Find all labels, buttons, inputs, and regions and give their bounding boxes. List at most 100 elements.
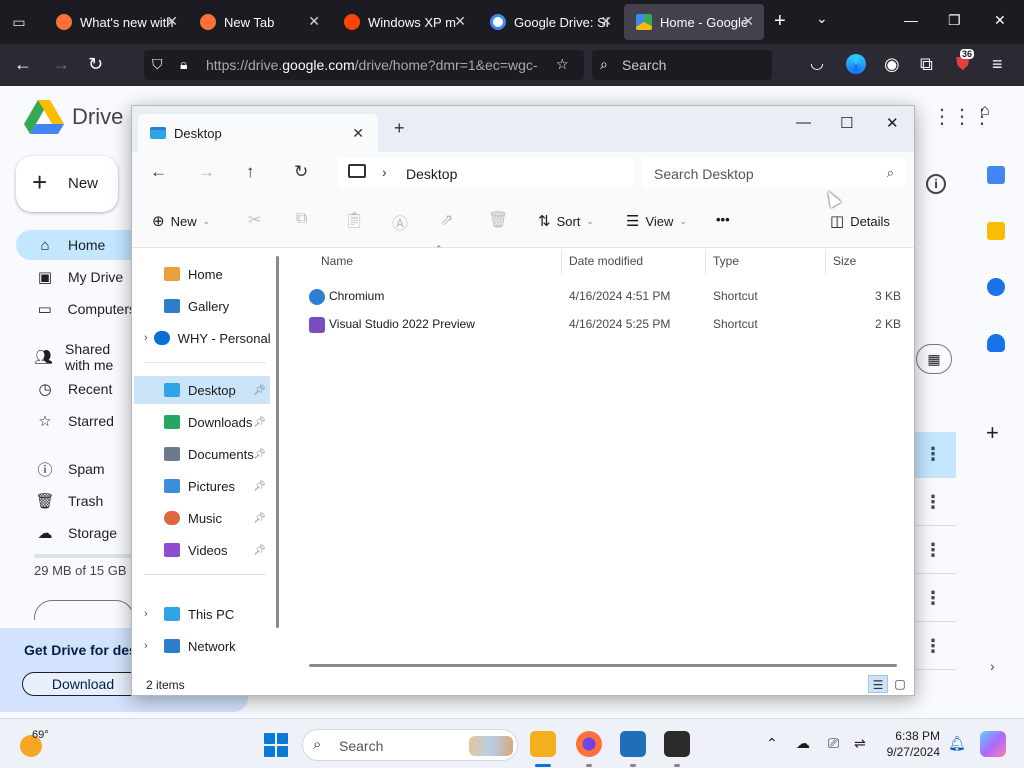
start-windows-icon[interactable] — [264, 733, 288, 757]
tasks-icon[interactable] — [987, 278, 1005, 296]
browser-tab[interactable]: Google Drive: Si ✕ — [478, 4, 622, 40]
pocket-icon[interactable]: ◡ — [810, 54, 824, 74]
nav-item-home[interactable]: Home — [134, 260, 270, 288]
more-options-button[interactable]: ••• — [716, 212, 730, 227]
explorer-tab[interactable]: Desktop ✕ — [138, 114, 378, 152]
account-icon[interactable]: ◉ — [884, 54, 900, 74]
onedrive-tray-icon[interactable]: ☁ — [796, 735, 810, 752]
keep-icon[interactable] — [987, 222, 1005, 240]
browser-tab[interactable]: What's new with ✕ — [44, 4, 188, 40]
nav-item-documents[interactable]: Documents 📌︎ — [134, 440, 270, 468]
breadcrumb-desktop[interactable]: Desktop — [406, 166, 457, 182]
more-vert-icon[interactable]: ⋮ — [924, 492, 942, 513]
clock-date[interactable]: 9/27/2024 — [884, 745, 940, 759]
menu-hamburger-icon[interactable]: ≡ — [992, 54, 1003, 74]
clock-time[interactable]: 6:38 PM — [888, 729, 940, 743]
column-header-date[interactable]: Date modified — [569, 254, 643, 268]
nav-item-downloads[interactable]: Downloads 📌︎ — [134, 408, 270, 436]
browser-minimize-button[interactable]: — — [904, 12, 918, 28]
shield-icon[interactable]: ⛉ — [152, 56, 163, 73]
add-addon-icon[interactable]: + — [986, 420, 999, 446]
url-bar[interactable]: ⛉ 🔒︎ https://drive.google.com/drive/home… — [144, 50, 584, 80]
chevron-right-icon[interactable]: › — [990, 658, 995, 674]
column-header-type[interactable]: Type — [713, 254, 739, 268]
rename-button[interactable]: Ⓐ — [392, 210, 408, 234]
new-tab-button[interactable]: + — [774, 10, 786, 32]
firefox-taskbar-icon[interactable] — [576, 731, 602, 757]
more-vert-icon[interactable]: ⋮ — [924, 588, 942, 609]
info-icon[interactable]: i — [926, 174, 946, 194]
tab-close-icon[interactable]: ✕ — [308, 13, 320, 30]
terminal-taskbar-icon[interactable] — [664, 731, 690, 757]
up-arrow-icon[interactable]: ↑ — [246, 162, 255, 182]
file-row-menu[interactable]: ⋮ — [912, 480, 956, 526]
sort-button[interactable]: ⇅ Sort ⌄ — [538, 212, 594, 230]
tab-close-icon[interactable]: ✕ — [454, 13, 466, 30]
display-tray-icon[interactable]: ⎚ — [828, 735, 839, 752]
weather-temperature[interactable]: 69° — [32, 729, 49, 741]
tab-close-icon[interactable]: ✕ — [166, 13, 178, 30]
forward-arrow-icon[interactable]: → — [52, 54, 70, 74]
browser-tab[interactable]: Windows XP m ✕ — [332, 4, 476, 40]
tab-close-icon[interactable]: ✕ — [600, 13, 612, 30]
expand-chevron-icon[interactable]: › — [144, 332, 148, 344]
tab-close-icon[interactable]: ✕ — [742, 13, 754, 30]
nav-item-this-pc[interactable]: › This PC — [134, 600, 270, 628]
chevron-right-icon[interactable]: › — [382, 164, 387, 180]
list-all-tabs-chevron-icon[interactable]: ⌄ — [816, 10, 828, 27]
paste-button[interactable]: 📋︎ — [344, 210, 364, 230]
expand-chevron-icon[interactable]: › — [144, 640, 158, 652]
column-header-size[interactable]: Size — [833, 254, 856, 268]
file-row[interactable]: Visual Studio 2022 Preview 4/16/2024 5:2… — [287, 311, 914, 339]
forward-arrow-icon[interactable]: → — [198, 162, 215, 182]
nav-item-gallery[interactable]: Gallery — [134, 292, 270, 320]
file-row-menu[interactable]: ⋮ — [912, 528, 956, 574]
drive-new-button[interactable]: + New — [16, 156, 118, 212]
calendar-icon[interactable] — [987, 166, 1005, 184]
drive-nav-shared[interactable]: 👥︎ Shared with me — [16, 341, 136, 373]
copy-button[interactable]: ⧉ — [296, 210, 307, 228]
back-arrow-icon[interactable]: ← — [150, 162, 167, 182]
get-more-storage-button[interactable] — [34, 600, 134, 620]
file-row-menu[interactable]: ⋮ — [912, 576, 956, 622]
explorer-tab-close-icon[interactable]: ✕ — [352, 125, 364, 142]
explorer-minimize-button[interactable]: — — [796, 114, 811, 131]
explorer-new-tab-button[interactable]: + — [394, 118, 405, 139]
bookmark-star-icon[interactable]: ☆ — [556, 56, 569, 73]
nav-item-pictures[interactable]: Pictures 📌︎ — [134, 472, 270, 500]
expand-chevron-icon[interactable]: › — [144, 608, 158, 620]
photos-taskbar-icon[interactable] — [620, 731, 646, 757]
refresh-icon[interactable]: ↻ — [294, 162, 308, 182]
nav-item-music[interactable]: Music 📌︎ — [134, 504, 270, 532]
tab-overview-icon[interactable]: ▭ — [6, 10, 32, 34]
file-explorer-taskbar-icon[interactable] — [530, 731, 556, 757]
file-row[interactable]: Chromium 4/16/2024 4:51 PM Shortcut 3 KB — [287, 283, 914, 311]
browser-restore-button[interactable]: ❐ — [948, 12, 961, 29]
lock-icon[interactable]: 🔒︎ — [180, 56, 187, 73]
nav-item-videos[interactable]: Videos 📌︎ — [134, 536, 270, 564]
view-button[interactable]: ☰ View ⌄ — [626, 212, 687, 230]
horizontal-scrollbar[interactable] — [309, 664, 897, 667]
contacts-icon[interactable] — [987, 334, 1005, 352]
reload-icon[interactable]: ↻ — [88, 54, 103, 74]
extensions-puzzle-icon[interactable]: ⧉ — [920, 54, 933, 74]
more-vert-icon[interactable]: ⋮ — [924, 636, 942, 657]
drive-nav-trash[interactable]: 🗑︎ Trash — [16, 486, 136, 516]
browser-tab-active[interactable]: Home - Google ✕ — [624, 4, 764, 40]
delete-button[interactable]: 🗑︎ — [488, 210, 508, 230]
notification-bell-icon[interactable]: 🔔︎ — [948, 735, 966, 752]
cut-button[interactable]: ✂ — [248, 210, 261, 230]
nav-item-onedrive[interactable]: › WHY - Personal — [134, 324, 271, 352]
column-separator[interactable] — [825, 250, 826, 274]
drive-nav-computers[interactable]: ▭ Computers — [16, 294, 136, 324]
drive-nav-spam[interactable]: ⓘ Spam — [16, 454, 136, 484]
show-hidden-icons-chevron-icon[interactable]: ⌃ — [766, 735, 778, 752]
back-arrow-icon[interactable]: ← — [14, 54, 32, 74]
new-item-button[interactable]: ⊕ New ⌄ — [152, 212, 210, 230]
explorer-maximize-button[interactable]: ☐ — [840, 114, 853, 132]
taskbar-search-box[interactable]: ⌕ Search — [302, 729, 518, 761]
more-vert-icon[interactable]: ⋮ — [924, 540, 942, 561]
browser-tab[interactable]: New Tab ✕ — [188, 4, 330, 40]
browser-search-bar[interactable]: ⌕ Search — [592, 50, 772, 80]
nav-pane-scrollbar[interactable] — [276, 256, 279, 628]
